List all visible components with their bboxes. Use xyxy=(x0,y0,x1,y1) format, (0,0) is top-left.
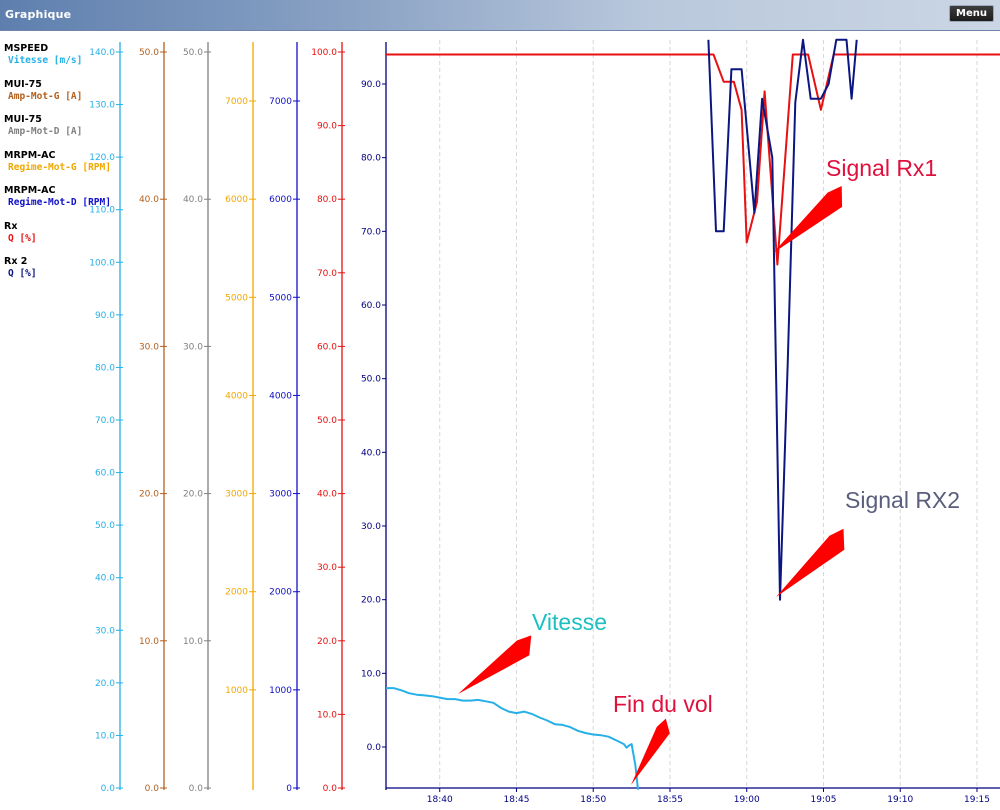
axis-tick-label: 30.0 xyxy=(95,626,115,636)
axis-tick-label: 0 xyxy=(286,784,292,794)
axis-tick-label: 140.0 xyxy=(89,48,115,58)
axis-tick-label: 50.0 xyxy=(139,48,159,58)
x-tick-label: 19:15 xyxy=(964,795,990,805)
arrow-fin-du-vol xyxy=(631,718,670,785)
x-tick-label: 18:55 xyxy=(657,795,683,805)
x-tick-label: 18:45 xyxy=(504,795,530,805)
axis-tick-label: 30.0 xyxy=(139,342,159,352)
axis-tick-label: 0.0 xyxy=(101,784,116,794)
axis-tick-label: 0.0 xyxy=(323,784,338,794)
axis-tick-label: 20.0 xyxy=(95,679,115,689)
axis-tick-label: 60.0 xyxy=(361,301,381,311)
axis-tick-label: 10.0 xyxy=(95,731,115,741)
x-tick-label: 19:00 xyxy=(734,795,760,805)
axis-tick-label: 2000 xyxy=(269,588,292,598)
axis-tick-label: 30.0 xyxy=(183,342,203,352)
axis-tick-label: 40.0 xyxy=(183,195,203,205)
axis-tick-label: 130.0 xyxy=(89,101,115,111)
axis-tick-label: 20.0 xyxy=(139,490,159,500)
arrow-signal-rx2 xyxy=(776,528,845,597)
axis-tick-label: 100.0 xyxy=(89,258,115,268)
axis-tick-label: 20.0 xyxy=(183,490,203,500)
axis-tick-label: 80.0 xyxy=(361,154,381,164)
arrow-vitesse xyxy=(458,635,532,694)
x-tick-label: 18:50 xyxy=(580,795,606,805)
axis-tick-label: 70.0 xyxy=(317,269,337,279)
axis-tick-label: 50.0 xyxy=(361,375,381,385)
axis-tick-label: 40.0 xyxy=(139,195,159,205)
x-tick-label: 19:05 xyxy=(811,795,837,805)
axis-tick-label: 50.0 xyxy=(95,521,115,531)
axis-tick-label: 40.0 xyxy=(317,490,337,500)
axis-tick-label: 30.0 xyxy=(317,563,337,573)
axis-tick-label: 4000 xyxy=(269,391,292,401)
axis-tick-label: 7000 xyxy=(225,97,248,107)
axis-tick-label: 5000 xyxy=(225,293,248,303)
axis-tick-label: 120.0 xyxy=(89,153,115,163)
axis-tick-label: 1000 xyxy=(225,686,248,696)
axis-tick-label: 50.0 xyxy=(183,48,203,58)
axis-tick-label: 7000 xyxy=(269,97,292,107)
axis-tick-label: 10.0 xyxy=(317,710,337,720)
axis-tick-label: 110.0 xyxy=(89,206,115,216)
series-line-2 xyxy=(707,38,858,601)
axis-tick-label: 6000 xyxy=(269,195,292,205)
axis-tick-label: 100.0 xyxy=(311,48,337,58)
axis-tick-label: 60.0 xyxy=(95,469,115,479)
axes-layer: 0.0 10.0 20.0 30.0 40.0 50.0 60.0 70.0 80.0 90.0 1… xyxy=(89,42,387,794)
axis-tick-label: 10.0 xyxy=(183,637,203,647)
axis-tick-label: 90.0 xyxy=(317,122,337,132)
annotation-vitesse: Vitesse xyxy=(532,609,608,635)
x-tick-label: 19:10 xyxy=(887,795,913,805)
axis-tick-label: 10.0 xyxy=(361,669,381,679)
axis-tick-label: 40.0 xyxy=(95,574,115,584)
axis-tick-label: 5000 xyxy=(269,293,292,303)
axis-tick-label: 50.0 xyxy=(317,416,337,426)
axis-tick-label: 0.0 xyxy=(367,743,382,753)
axis-tick-label: 2000 xyxy=(225,588,248,598)
axis-tick-label: 4000 xyxy=(225,391,248,401)
series-line-0 xyxy=(386,687,639,790)
multi-axis-chart: 0.0 10.0 20.0 30.0 40.0 50.0 60.0 70.0 80.0 90.0 1… xyxy=(89,38,1000,805)
axis-tick-label: 6000 xyxy=(225,195,248,205)
axis-tick-label: 70.0 xyxy=(95,416,115,426)
x-tick-label: 18:40 xyxy=(427,795,453,805)
axis-tick-label: 0.0 xyxy=(189,784,204,794)
axis-tick-label: 60.0 xyxy=(317,342,337,352)
annotation-fin-du-vol: Fin du vol xyxy=(613,691,713,717)
axis-tick-label: 10.0 xyxy=(139,637,159,647)
axis-tick-label: 80.0 xyxy=(317,195,337,205)
axis-tick-label: 90.0 xyxy=(361,80,381,90)
axis-tick-label: 30.0 xyxy=(361,522,381,532)
axis-tick-label: 0.0 xyxy=(145,784,160,794)
axis-tick-label: 3000 xyxy=(225,490,248,500)
axis-tick-label: 3000 xyxy=(269,490,292,500)
axis-tick-label: 20.0 xyxy=(317,637,337,647)
axis-tick-label: 1000 xyxy=(269,686,292,696)
annotation-signal-rx1: Signal Rx1 xyxy=(826,155,938,181)
axis-tick-label: 20.0 xyxy=(361,596,381,606)
axis-tick-label: 40.0 xyxy=(361,448,381,458)
axis-tick-label: 70.0 xyxy=(361,227,381,237)
axis-tick-label: 80.0 xyxy=(95,363,115,373)
annotation-signal-rx2: Signal RX2 xyxy=(845,487,961,513)
axis-tick-label: 90.0 xyxy=(95,311,115,321)
